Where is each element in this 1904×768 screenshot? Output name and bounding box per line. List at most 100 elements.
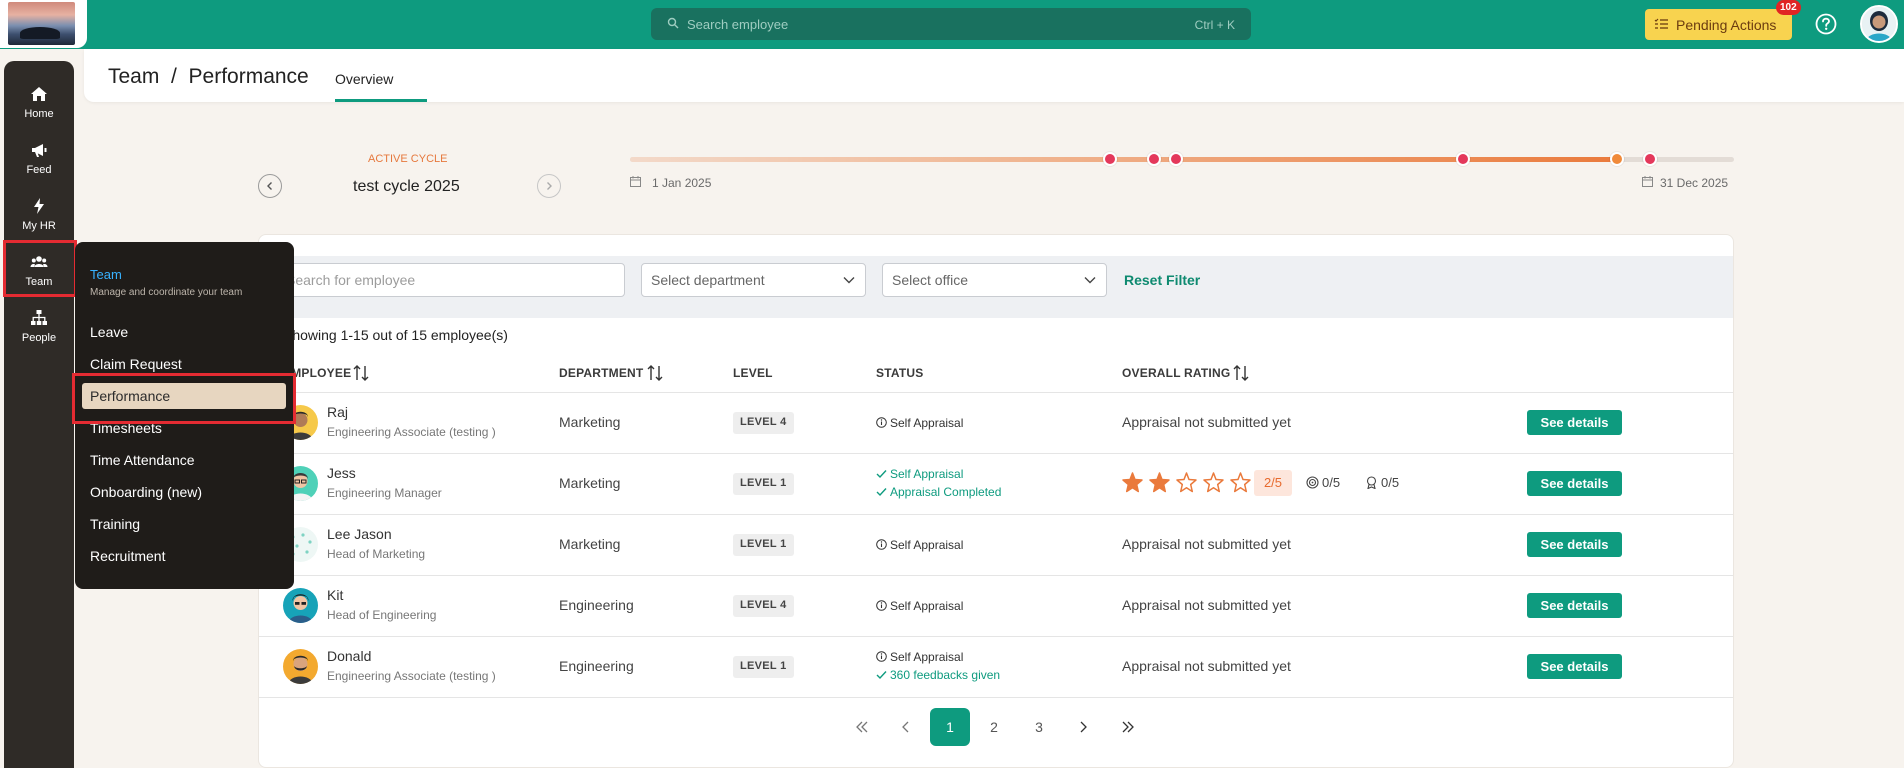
menu-item-training[interactable]: Training <box>90 516 140 532</box>
chevron-right-icon <box>1080 721 1087 733</box>
info-icon <box>876 600 887 611</box>
star-filled-icon <box>1149 472 1170 493</box>
sidebar-item-people[interactable]: People <box>4 303 74 357</box>
see-details-button[interactable]: See details <box>1527 532 1622 557</box>
company-logo-container[interactable] <box>0 0 87 48</box>
award-icon <box>1366 476 1377 490</box>
employee-name[interactable]: Lee Jason <box>327 526 392 542</box>
table-divider <box>259 392 1733 393</box>
company-logo[interactable] <box>8 2 75 45</box>
employee-department: Engineering <box>559 597 634 613</box>
employee-department: Engineering <box>559 658 634 674</box>
page-button-3[interactable]: 3 <box>1019 708 1059 746</box>
chevron-left-icon <box>902 721 909 733</box>
department-select[interactable]: Select department <box>641 263 866 297</box>
timeline-current-marker[interactable] <box>1610 152 1624 166</box>
info-icon <box>876 539 887 550</box>
global-search[interactable]: Search employee Ctrl + K <box>651 8 1251 40</box>
search-icon <box>667 17 679 29</box>
page-button-2[interactable]: 2 <box>974 708 1014 746</box>
status-item: Appraisal Completed <box>876 485 1001 499</box>
help-icon[interactable] <box>1815 13 1837 35</box>
left-sidebar: Home Feed My HR Team People <box>4 61 74 768</box>
menu-item-claim-request[interactable]: Claim Request <box>90 356 182 372</box>
sidebar-item-label: People <box>21 332 57 344</box>
sidebar-item-label: Feed <box>26 164 52 176</box>
pending-count-badge: 102 <box>1776 0 1801 15</box>
status-label: 360 feedbacks given <box>890 668 1001 682</box>
employee-department: Marketing <box>559 475 621 491</box>
star-empty-icon <box>1203 472 1224 493</box>
first-page-button[interactable] <box>842 708 882 746</box>
timeline-milestone[interactable] <box>1103 152 1117 166</box>
chevron-down-icon <box>1084 277 1096 284</box>
see-details-button[interactable]: See details <box>1527 593 1622 618</box>
menu-item-time-attendance[interactable]: Time Attendance <box>90 452 195 468</box>
competency-score: 0/5 <box>1365 475 1399 490</box>
rating-score-badge: 2/5 <box>1254 470 1292 496</box>
pending-actions-button[interactable]: Pending Actions <box>1645 9 1792 40</box>
employee-role: Engineering Manager <box>327 486 442 500</box>
department-select-value: Select department <box>651 272 765 288</box>
user-avatar[interactable] <box>1860 5 1898 43</box>
list-check-icon <box>1654 18 1668 29</box>
previous-cycle-button[interactable] <box>258 174 282 198</box>
info-icon <box>876 651 887 662</box>
employee-level: LEVEL 4 <box>733 595 794 617</box>
cycle-name: test cycle 2025 <box>353 178 460 195</box>
status-item: Self Appraisal <box>876 467 963 481</box>
team-nav-highlight <box>3 240 77 297</box>
office-select[interactable]: Select office <box>882 263 1107 297</box>
employee-department: Marketing <box>559 414 621 430</box>
next-page-button[interactable] <box>1063 708 1103 746</box>
cycle-start-date: 1 Jan 2025 <box>652 176 712 190</box>
see-details-button[interactable]: See details <box>1527 654 1622 679</box>
employee-name[interactable]: Jess <box>327 465 356 481</box>
menu-item-onboarding[interactable]: Onboarding (new) <box>90 484 202 500</box>
sidebar-item-feed[interactable]: Feed <box>4 135 74 189</box>
employee-name[interactable]: Raj <box>327 404 348 420</box>
employee-department: Marketing <box>559 536 621 552</box>
next-cycle-button[interactable] <box>537 174 561 198</box>
employee-search-input[interactable]: Search for employee <box>276 263 625 297</box>
megaphone-icon <box>32 144 47 157</box>
page-button-1[interactable]: 1 <box>930 708 970 746</box>
column-header-department[interactable]: DEPARTMENT <box>559 366 643 380</box>
goal-score: 0/5 <box>1306 475 1340 490</box>
sidebar-item-my-hr[interactable]: My HR <box>4 191 74 245</box>
table-divider <box>259 514 1733 515</box>
previous-page-button[interactable] <box>886 708 926 746</box>
status-item: Self Appraisal <box>876 650 963 664</box>
sidebar-item-home[interactable]: Home <box>4 79 74 133</box>
column-header-level: LEVEL <box>733 366 773 380</box>
column-header-status: STATUS <box>876 366 924 380</box>
last-page-button[interactable] <box>1108 708 1148 746</box>
performance-menu-highlight <box>72 373 296 424</box>
timeline-milestone[interactable] <box>1147 152 1161 166</box>
timeline-milestone[interactable] <box>1643 152 1657 166</box>
employee-role: Head of Marketing <box>327 547 426 561</box>
target-icon <box>1306 476 1319 489</box>
info-icon <box>876 417 887 428</box>
calendar-icon <box>630 176 641 187</box>
sort-icon[interactable] <box>353 364 369 382</box>
reset-filter-button[interactable]: Reset Filter <box>1124 272 1200 288</box>
tab-overview[interactable]: Overview <box>335 71 393 87</box>
sort-icon[interactable] <box>647 364 663 382</box>
menu-item-recruitment[interactable]: Recruitment <box>90 548 165 564</box>
employee-name[interactable]: Donald <box>327 648 371 664</box>
timeline-milestone[interactable] <box>1169 152 1183 166</box>
see-details-button[interactable]: See details <box>1527 471 1622 496</box>
employee-name[interactable]: Kit <box>327 587 343 603</box>
sort-icon[interactable] <box>1233 364 1249 382</box>
see-details-button[interactable]: See details <box>1527 410 1622 435</box>
employee-level: LEVEL 1 <box>733 656 794 678</box>
flyout-title: Team <box>90 267 122 282</box>
status-label: Self Appraisal <box>890 416 964 430</box>
menu-item-leave[interactable]: Leave <box>90 324 128 340</box>
org-chart-icon <box>31 310 47 325</box>
employee-level: LEVEL 1 <box>733 473 794 495</box>
lightning-icon <box>34 198 44 214</box>
timeline-milestone[interactable] <box>1456 152 1470 166</box>
column-header-overall-rating[interactable]: OVERALL RATING <box>1122 366 1230 380</box>
